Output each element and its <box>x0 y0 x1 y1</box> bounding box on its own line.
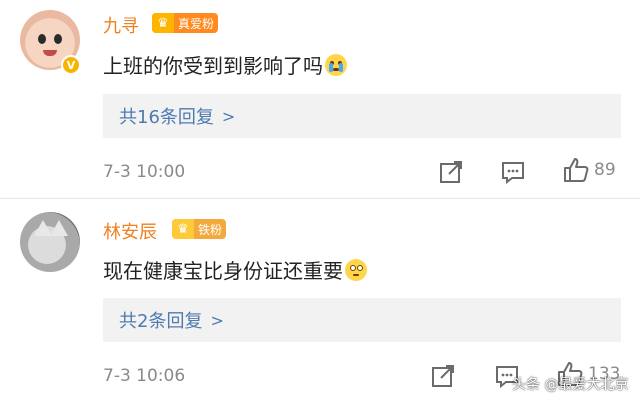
avatar-mouth <box>43 50 57 56</box>
verified-badge-icon: V <box>61 55 81 75</box>
rolling-eyes-emoji-icon <box>345 259 367 281</box>
fan-badge: ♛ 真爱粉 <box>152 13 219 33</box>
comment-item: V 九寻 ♛ 真爱粉 上班的你受到到影响了吗 共16条回复 > 7-3 10:0… <box>0 0 640 200</box>
view-replies-button[interactable]: 共16条回复 > <box>103 94 621 138</box>
crying-emoji-icon <box>325 54 347 76</box>
share-button[interactable] <box>438 158 464 186</box>
comment-button[interactable] <box>500 158 526 186</box>
avatar-eye <box>38 34 46 44</box>
replies-label: 共2条回复 <box>119 311 203 332</box>
like-count: 89 <box>594 160 616 180</box>
view-replies-button[interactable]: 共2条回复 > <box>103 298 621 342</box>
chevron-right-icon: > <box>221 106 236 126</box>
share-button[interactable] <box>430 362 456 390</box>
comment-text-wrap: 现在健康宝比身份证还重要 <box>103 255 367 284</box>
like-button[interactable]: 89 <box>562 156 616 184</box>
chevron-right-icon: > <box>210 310 224 330</box>
replies-label: 共16条回复 <box>119 107 214 128</box>
crown-icon: ♛ <box>172 219 194 239</box>
comment-text: 上班的你受到到影响了吗 <box>103 54 323 78</box>
watermark: 头条 @最爱大北京 <box>512 377 629 393</box>
share-icon <box>440 161 462 183</box>
thumbs-up-icon <box>564 158 589 182</box>
crown-icon: ♛ <box>152 13 174 33</box>
fan-badge-label: 真爱粉 <box>178 16 215 31</box>
avatar-eye <box>54 34 62 44</box>
divider <box>0 198 640 199</box>
comment-icon <box>502 162 524 185</box>
share-icon <box>432 365 454 387</box>
avatar[interactable] <box>20 212 80 272</box>
timestamp: 7-3 10:00 <box>103 162 186 182</box>
fan-badge: ♛ 铁粉 <box>172 219 227 239</box>
username[interactable]: 九寻 <box>103 12 139 38</box>
username[interactable]: 林安辰 <box>103 218 157 244</box>
comment-text-wrap: 上班的你受到到影响了吗 <box>103 50 347 79</box>
avatar-ear <box>50 220 68 236</box>
timestamp: 7-3 10:06 <box>103 366 186 386</box>
comment-text: 现在健康宝比身份证还重要 <box>103 259 343 283</box>
fan-badge-label: 铁粉 <box>198 222 223 237</box>
